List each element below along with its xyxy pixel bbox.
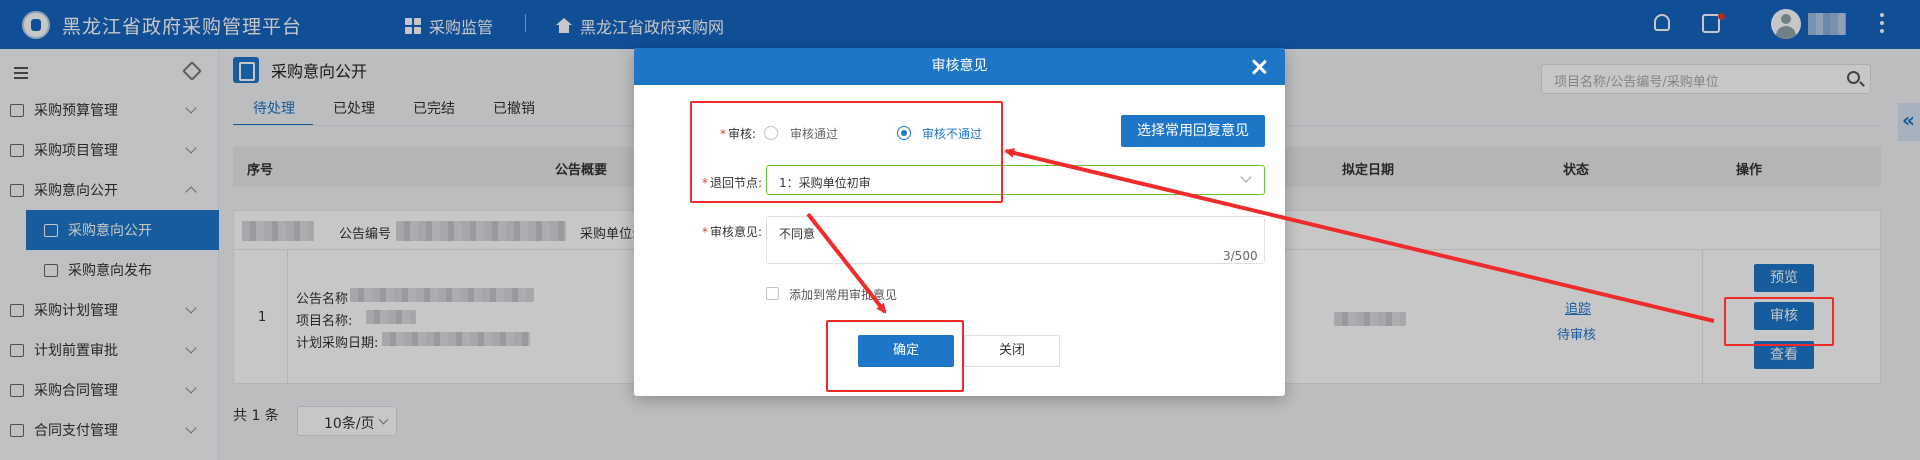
annotation-arrows [806, 148, 1715, 323]
arrow-to-confirm [806, 212, 887, 314]
arrow-to-form [1004, 148, 1715, 323]
